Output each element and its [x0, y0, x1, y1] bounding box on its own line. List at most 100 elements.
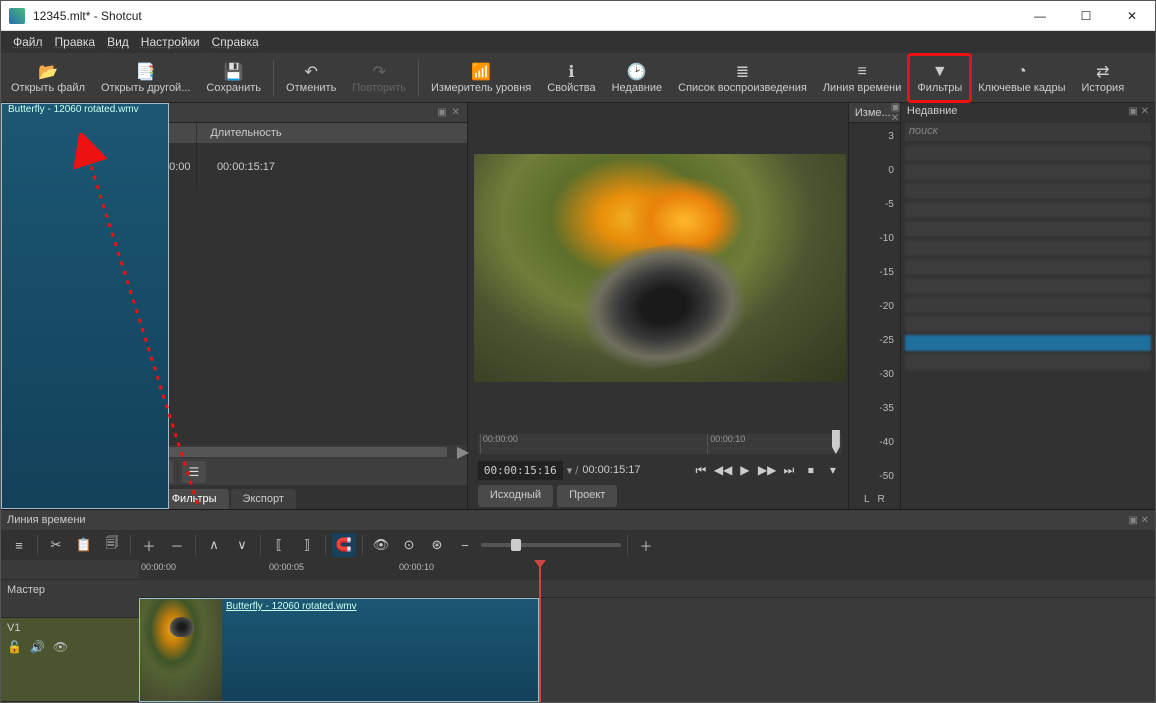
tab-filters[interactable]: Фильтры [160, 489, 229, 509]
timeline-tool-1[interactable]: ✂ [44, 533, 68, 557]
recent-item[interactable] [905, 297, 1151, 313]
scrub-tick-1: 00:00:10 [707, 434, 745, 454]
redo-button[interactable]: ↷Повторить [344, 55, 414, 101]
window-title: 12345.mlt* - Shotcut [33, 9, 1017, 23]
timeline-clip[interactable]: Butterfly - 12060 rotated.wmv [139, 598, 539, 702]
timeline-tool-5[interactable]: － [165, 533, 189, 557]
timeline-tool-3[interactable]: 🗐 [100, 533, 124, 557]
playlist-panel-controls[interactable]: ▣ ✕ [437, 107, 461, 118]
stop-button[interactable]: ⏹ [802, 463, 820, 478]
filters-button[interactable]: ▼Фильтры [909, 55, 970, 101]
minimize-button[interactable]: — [1017, 1, 1063, 30]
recent-item[interactable] [905, 259, 1151, 275]
keyframes-button[interactable]: ◔Ключевые кадры [970, 55, 1073, 101]
tab-source[interactable]: Исходный [478, 485, 553, 507]
properties-button-icon: ℹ [568, 62, 574, 82]
timeline-tool-10[interactable]: 🧲 [332, 533, 356, 557]
timeline-button[interactable]: ≡Линия времени [815, 55, 910, 101]
menu-file[interactable]: Файл [7, 33, 49, 51]
timeline-tool-9[interactable]: ⟧ [295, 533, 319, 557]
recent-item[interactable] [905, 240, 1151, 256]
recent-item[interactable] [905, 221, 1151, 237]
recent-title: Недавние ▣ ✕ [901, 103, 1155, 119]
master-track[interactable] [139, 580, 1155, 598]
tracks-area[interactable]: 00:00:00 00:00:05 00:00:10 Butterfly - 1… [139, 560, 1155, 702]
timeline-tool-7[interactable]: ∨ [230, 533, 254, 557]
timeline-panel-controls[interactable]: ▣ ✕ [1128, 515, 1149, 526]
playlist-button[interactable]: ≣Список воспроизведения [670, 55, 815, 101]
peak-meter-button[interactable]: 📶Измеритель уровня [423, 55, 539, 101]
playhead[interactable] [539, 560, 541, 702]
recent-panel: Недавние ▣ ✕ поиск [900, 103, 1155, 509]
recent-body: поиск [901, 119, 1155, 509]
scrub-handle[interactable] [832, 430, 840, 454]
timeline-ruler[interactable]: 00:00:00 00:00:05 00:00:10 [139, 560, 1155, 580]
timeline-tool-11[interactable]: 👁 [369, 533, 393, 557]
lock-icon[interactable]: 🔓 [7, 640, 22, 654]
save-button-label: Сохранить [206, 82, 261, 94]
timeline-tool-8[interactable]: ⟦ [267, 533, 291, 557]
forward-button[interactable]: ▶▶ [758, 463, 776, 477]
track-header-v1[interactable]: V1 🔓 🔊 👁 [1, 618, 139, 702]
tab-project[interactable]: Проект [557, 485, 617, 507]
recent-item[interactable] [905, 354, 1151, 370]
recent-item[interactable] [905, 145, 1151, 161]
skip-prev-button[interactable]: ⏮ [692, 463, 710, 478]
preview-panel: 00:00:00 00:00:10 00:00:15:16 ▾ / 00:00:… [468, 103, 848, 509]
recent-item[interactable] [905, 316, 1151, 332]
peak-meter-button-icon: 📶 [471, 62, 491, 82]
eye-icon[interactable]: 👁 [53, 640, 68, 654]
timeline-tool-4[interactable]: ＋ [137, 533, 161, 557]
timeline-tool-14[interactable]: − [453, 533, 477, 557]
zoom-slider[interactable] [481, 543, 621, 547]
menu-settings[interactable]: Настройки [135, 33, 206, 51]
timeline-tool-15[interactable]: ＋ [634, 533, 658, 557]
open-file-button[interactable]: 📂Открыть файл [3, 55, 93, 101]
tc-sep: ▾ / [567, 464, 579, 477]
recent-item[interactable] [905, 278, 1151, 294]
properties-button[interactable]: ℹСвойства [539, 55, 603, 101]
timeline-tool-0[interactable]: ≡ [7, 533, 31, 557]
video-track[interactable]: Butterfly - 12060 rotated.wmv [139, 598, 1155, 702]
master-header[interactable]: Мастер [1, 580, 139, 618]
recent-panel-controls[interactable]: ▣ ✕ [1128, 106, 1149, 117]
timeline-tool-12[interactable]: ⊙ [397, 533, 421, 557]
player-menu-icon[interactable]: ▾ [824, 463, 842, 477]
rewind-button[interactable]: ◀◀ [714, 463, 732, 477]
meter-tick: -50 [879, 471, 893, 482]
tab-export[interactable]: Экспорт [231, 489, 296, 509]
menu-help[interactable]: Справка [206, 33, 265, 51]
recent-item[interactable] [905, 202, 1151, 218]
butterfly-graphic [575, 233, 753, 379]
menu-view[interactable]: Вид [101, 33, 135, 51]
save-button[interactable]: 💾Сохранить [198, 55, 269, 101]
recent-item[interactable] [905, 164, 1151, 180]
timeline-tool-13[interactable]: ⊛ [425, 533, 449, 557]
playlist-row[interactable]: 1 Butterfly - 12060 rotated.wmv 00:00:00… [1, 143, 467, 191]
maximize-button[interactable]: ☐ [1063, 1, 1109, 30]
playlist-tool-6[interactable]: ☰ [182, 461, 206, 483]
scrub-bar[interactable]: 00:00:00 00:00:10 [474, 429, 846, 455]
menu-edit[interactable]: Правка [49, 33, 102, 51]
mute-icon[interactable]: 🔊 [30, 640, 45, 654]
history-button[interactable]: ⇄История [1074, 55, 1133, 101]
open-other-button[interactable]: 📑Открыть другой... [93, 55, 198, 101]
recent-item[interactable] [905, 335, 1151, 351]
playlist-body: 1 Butterfly - 12060 rotated.wmv 00:00:00… [1, 143, 467, 445]
scrub-track[interactable]: 00:00:00 00:00:10 [478, 434, 842, 454]
skip-next-button[interactable]: ⏭ [780, 463, 798, 478]
recent-search-input[interactable]: поиск [905, 123, 1151, 141]
keyframes-button-icon: ◔ [1017, 62, 1027, 82]
undo-button[interactable]: ↶Отменить [278, 55, 344, 101]
timeline-tool-6[interactable]: ∧ [202, 533, 226, 557]
recent-item[interactable] [905, 183, 1151, 199]
col-duration[interactable]: Длительность [197, 123, 295, 143]
viewer[interactable] [474, 107, 846, 429]
close-button[interactable]: ✕ [1109, 1, 1155, 30]
timeline-title-bar: Линия времени ▣ ✕ [1, 510, 1155, 530]
recent-button[interactable]: 🕑Недавние [604, 55, 671, 101]
timeline-tool-2[interactable]: 📋 [72, 533, 96, 557]
play-button[interactable]: ▶ [736, 463, 754, 477]
timecode-current[interactable]: 00:00:15:16 [478, 461, 563, 480]
open-other-button-label: Открыть другой... [101, 82, 190, 94]
